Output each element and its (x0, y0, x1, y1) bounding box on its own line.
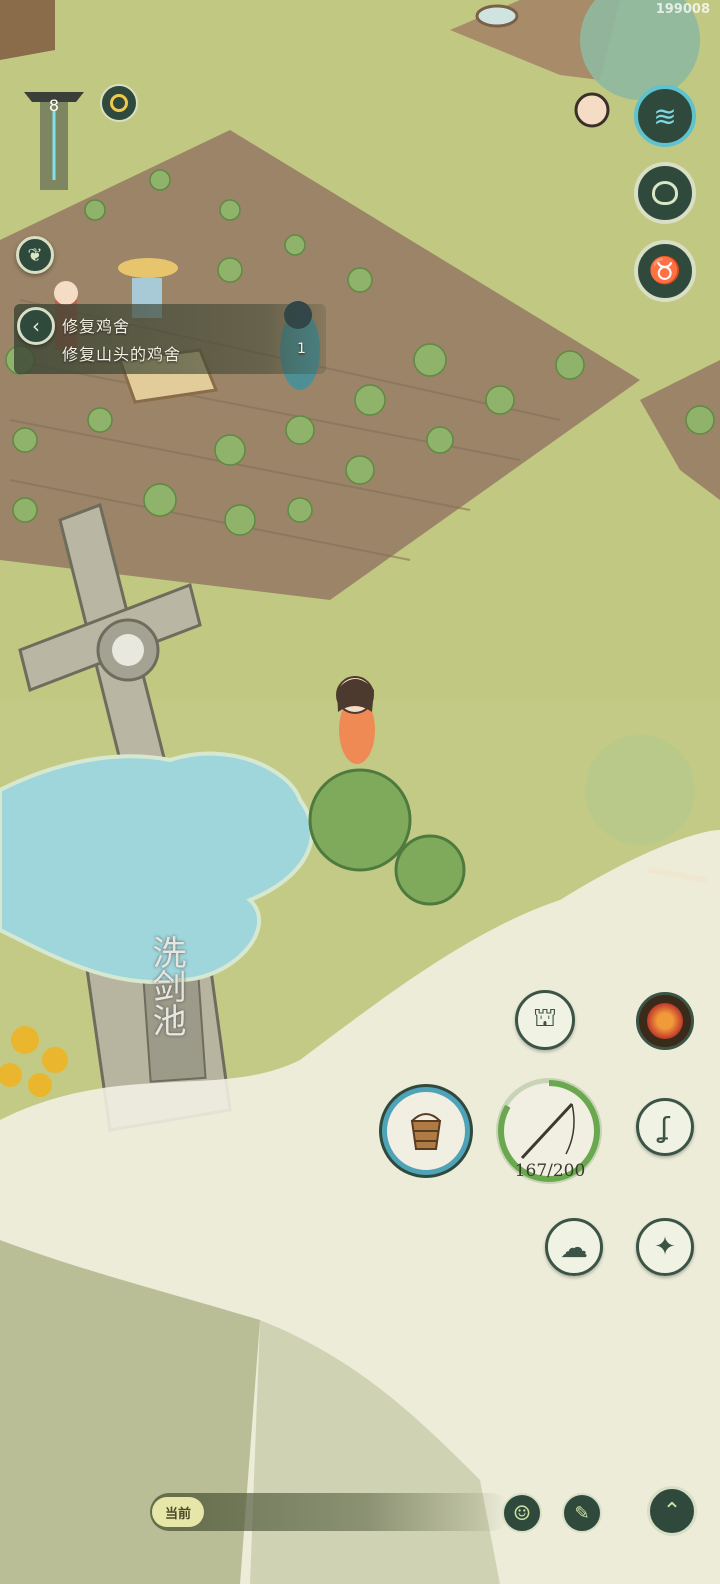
npc-portrait (574, 92, 610, 128)
bucket-button[interactable] (382, 1087, 470, 1175)
hook-button[interactable]: ʆ (636, 1098, 694, 1156)
hook-icon: ʆ (660, 1110, 670, 1144)
expand-up-button[interactable]: ⌃ (647, 1486, 697, 1536)
search-button[interactable] (100, 84, 138, 122)
emoji-button[interactable]: ☺ (502, 1493, 542, 1533)
quest-collapse-button[interactable]: ‹ (17, 307, 55, 345)
water-skill-button[interactable]: ≋ (634, 85, 696, 147)
leaf-icon: ❦ (27, 244, 43, 266)
level-pillar[interactable]: 8 (18, 80, 90, 195)
demon-mask-button[interactable] (636, 992, 694, 1050)
game-world[interactable] (0, 0, 720, 1584)
monument-label: 洗剑池 (146, 935, 186, 1037)
cloud-icon: ☁ (560, 1230, 588, 1264)
stamina-counter: 167/200 (514, 1161, 586, 1181)
bush (308, 768, 412, 872)
water-tub (475, 4, 519, 28)
quest-description: 修复山头的鸡舍 (62, 345, 182, 364)
chat-bar[interactable] (150, 1493, 510, 1531)
smile-icon: ☺ (513, 1501, 531, 1525)
pot-button[interactable] (634, 162, 696, 224)
pot-icon (652, 181, 678, 205)
flower-bush (585, 735, 695, 845)
chevron-up-icon: ⌃ (662, 1498, 682, 1524)
bucket-icon (410, 1113, 442, 1150)
edit-button[interactable]: ✎ (562, 1493, 602, 1533)
search-icon (110, 94, 128, 112)
wooden-crate (0, 0, 55, 60)
level-number: 8 (48, 96, 60, 115)
quest-marker: 1 (297, 341, 306, 357)
seedling-box-icon: ⛫ (533, 1003, 557, 1033)
cloud-button[interactable]: ☁ (545, 1218, 603, 1276)
chevron-left-icon: ‹ (32, 314, 40, 338)
ox-button[interactable]: ♉ (634, 240, 696, 302)
seedling-box-button[interactable]: ⛫ (515, 990, 575, 1050)
leaf-toggle-button[interactable]: ❦ (16, 236, 54, 274)
edit-icon: ✎ (574, 1502, 590, 1524)
compass-button[interactable]: ✦ (636, 1218, 694, 1276)
demon-mask-icon (647, 1003, 683, 1039)
wave-icon: ≋ (653, 99, 677, 133)
current-channel-tag[interactable]: 当前 (152, 1497, 204, 1527)
compass-icon: ✦ (654, 1232, 676, 1262)
ox-head-icon: ♉ (648, 256, 682, 286)
id-watermark: 199008 (655, 2, 710, 17)
quest-title: 修复鸡舍 (62, 317, 131, 336)
